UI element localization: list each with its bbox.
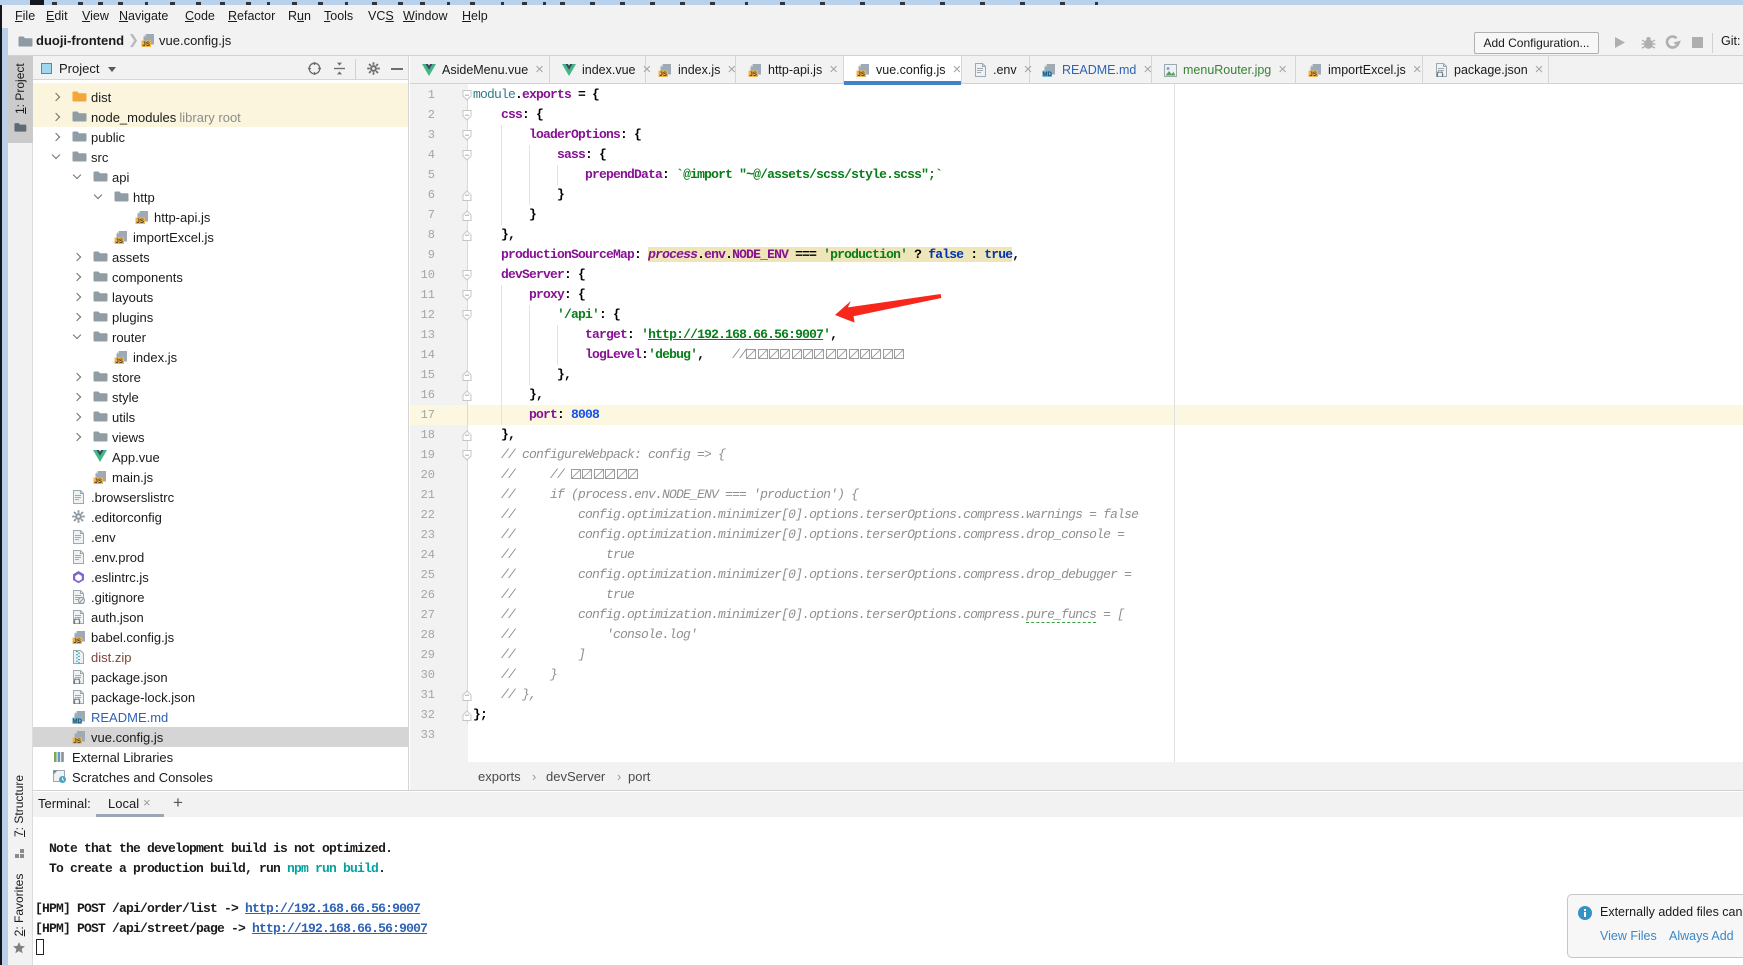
svg-text:{}: {}: [73, 679, 81, 684]
svg-text:JS: JS: [115, 358, 123, 364]
svg-text:JS: JS: [1309, 71, 1317, 77]
svg-text:JS: JS: [73, 738, 81, 744]
svg-text:JS: JS: [659, 71, 667, 77]
svg-text:JS: JS: [142, 41, 150, 47]
svg-text:JS: JS: [136, 218, 144, 224]
svg-text:JS: JS: [73, 638, 81, 644]
svg-text:JS: JS: [115, 238, 123, 244]
svg-text:{}: {}: [1436, 72, 1444, 77]
svg-text:MD: MD: [72, 718, 82, 724]
svg-text:{}: {}: [73, 699, 81, 704]
svg-text:JS: JS: [749, 71, 757, 77]
svg-text:{}: {}: [73, 619, 81, 624]
svg-text:MD: MD: [1042, 71, 1052, 77]
svg-text:JS: JS: [857, 71, 865, 77]
svg-text:JS: JS: [94, 478, 102, 484]
